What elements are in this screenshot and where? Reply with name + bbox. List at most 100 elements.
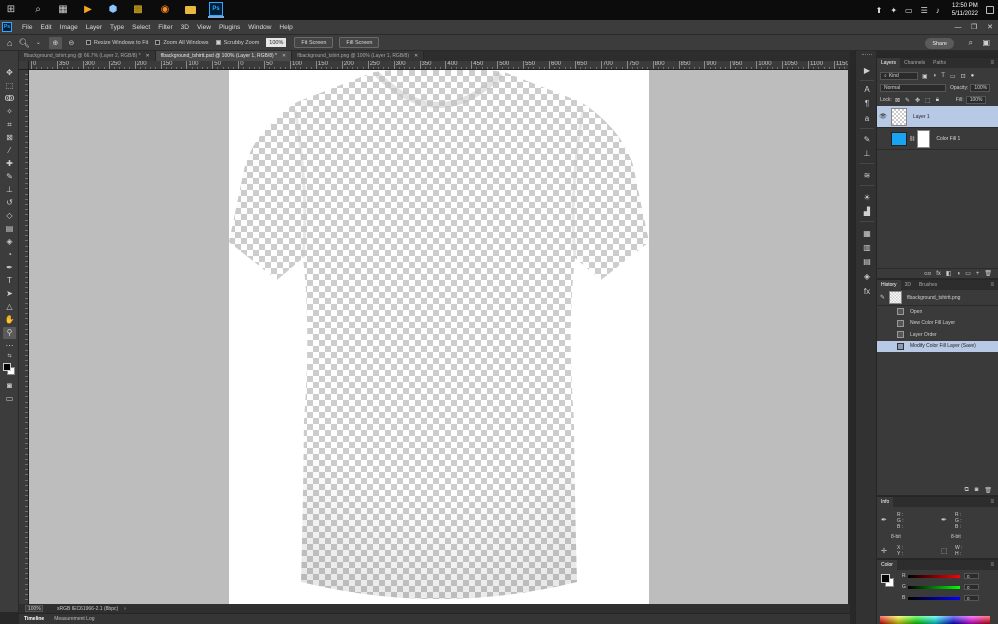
menu-help[interactable]: Help — [275, 24, 296, 31]
restore-button[interactable]: ❐ — [966, 20, 982, 34]
history-brush-source-icon[interactable]: ✎ — [880, 294, 885, 301]
menu-3d[interactable]: 3D — [177, 24, 193, 31]
swap-colors-icon[interactable]: ⇆ — [3, 352, 16, 360]
dodge-tool-icon[interactable]: ◔ — [3, 249, 16, 261]
pen-tool-icon[interactable]: ✒ — [3, 262, 16, 274]
new-group-icon[interactable]: ▭ — [965, 270, 971, 277]
taskbar-media-player-icon[interactable]: ▶ — [80, 2, 96, 18]
taskbar-photoshop-icon[interactable]: Ps — [208, 2, 224, 18]
eye-icon[interactable]: 👁︎ — [877, 113, 889, 120]
eyedropper-icon[interactable]: ✒ — [941, 516, 947, 524]
history-step[interactable]: New Color Fill Layer — [877, 318, 998, 330]
canvas-vertical-scrollbar[interactable] — [848, 61, 850, 604]
status-zoom-field[interactable]: 100% — [25, 605, 43, 612]
tab-channels[interactable]: Channels — [900, 58, 929, 68]
camera-snapshot-icon[interactable]: ◙ — [975, 487, 979, 493]
close-icon[interactable]: ✕ — [146, 53, 150, 59]
magic-wand-tool-icon[interactable]: ✧ — [3, 106, 16, 118]
menu-plugins[interactable]: Plugins — [215, 24, 244, 31]
lock-artboard-icon[interactable]: ⬚ — [925, 97, 931, 104]
taskbar-app-grid-icon[interactable]: ▩ — [130, 2, 146, 18]
type-tool-icon[interactable]: T — [3, 275, 16, 287]
zoom-out-button[interactable]: ⊖ — [65, 37, 78, 49]
blend-mode-select[interactable]: Normal — [880, 84, 946, 92]
tab-brushes[interactable]: Brushes — [915, 280, 941, 290]
tab-color[interactable]: Color — [877, 560, 897, 570]
panel-menu-icon[interactable]: ≡ — [990, 562, 994, 568]
filter-shape-icon[interactable]: ▭ — [950, 73, 956, 80]
document-canvas[interactable] — [29, 70, 848, 604]
doc-tab-2[interactable]: flbackground_tshirtt.psd @ 100% (Layer 1… — [155, 51, 293, 61]
screen-mode-icon[interactable]: ▭ — [3, 393, 16, 405]
lock-image-icon[interactable]: ✎ — [905, 97, 910, 104]
history-step-selected[interactable]: Modify Color Fill Layer (Save) — [877, 340, 998, 352]
zoom-all-windows-checkbox[interactable]: Zoom All Windows — [155, 40, 209, 46]
menu-layer[interactable]: Layer — [82, 24, 106, 31]
add-mask-icon[interactable]: ◧ — [946, 270, 952, 277]
share-button[interactable]: Share — [925, 38, 954, 49]
fx-icon[interactable]: fx — [936, 271, 941, 277]
tray-dropbox-icon[interactable]: ✦ — [890, 6, 897, 15]
layer-name[interactable]: Layer 1 — [913, 114, 930, 120]
filter-kind-select[interactable]: ⌕ Kind — [880, 72, 918, 80]
swatches-icon[interactable]: ▦ — [861, 228, 873, 239]
tshirt-image[interactable] — [229, 70, 649, 604]
layer-row-layer-1[interactable]: 👁︎ Layer 1 — [877, 106, 998, 128]
menu-select[interactable]: Select — [128, 24, 154, 31]
vertical-ruler[interactable] — [19, 70, 29, 604]
history-step[interactable]: Layer Order — [877, 329, 998, 341]
path-selection-tool-icon[interactable]: ➤ — [3, 288, 16, 300]
zoom-in-button[interactable]: ⊕ — [48, 36, 62, 49]
panel-menu-icon[interactable]: ≡ — [990, 499, 994, 505]
close-button[interactable]: ✕ — [982, 20, 998, 34]
doc-tab-1[interactable]: flbackground_tshirt.png @ 66.7% (Layer 2… — [19, 51, 156, 61]
tab-measurement-log[interactable]: Measurement Log — [49, 614, 99, 624]
tab-history[interactable]: History — [877, 280, 901, 290]
green-slider[interactable] — [908, 586, 960, 589]
panel-menu-icon[interactable]: ≡ — [990, 282, 994, 288]
blue-value-field[interactable]: 0 — [964, 595, 979, 601]
taskbar-search-icon[interactable]: ⌕ — [30, 2, 46, 18]
adjustment-layer-icon[interactable]: ◑ — [957, 271, 961, 277]
close-icon[interactable]: ✕ — [282, 53, 286, 59]
filter-type-icon[interactable]: T — [941, 73, 945, 79]
menu-type[interactable]: Type — [106, 24, 128, 31]
gradients-icon[interactable]: ▥ — [861, 242, 873, 253]
healing-brush-tool-icon[interactable]: ✚ — [3, 158, 16, 170]
hand-tool-icon[interactable]: ✋ — [3, 314, 16, 326]
libraries-icon[interactable]: fx — [861, 286, 873, 297]
taskbar-cube-3d-icon[interactable]: ⬢ — [105, 2, 121, 18]
character-panel-icon[interactable]: A — [861, 84, 873, 95]
strip-grip[interactable] — [862, 54, 872, 56]
crop-tool-icon[interactable]: ⌗ — [3, 119, 16, 131]
menu-image[interactable]: Image — [56, 24, 82, 31]
tray-network-icon[interactable]: ☰ — [921, 6, 928, 15]
green-value-field[interactable]: 0 — [964, 584, 979, 590]
quick-mask-icon[interactable]: ◙ — [3, 380, 16, 392]
windows-start-icon[interactable]: ⊞ — [3, 2, 19, 18]
patterns-icon[interactable]: ▤ — [861, 256, 873, 267]
menu-edit[interactable]: Edit — [36, 24, 55, 31]
adjustments-icon[interactable]: ☀ — [861, 192, 873, 203]
lock-position-icon[interactable]: ✥ — [915, 97, 920, 104]
color-spectrum-ramp[interactable] — [880, 616, 990, 624]
paragraph-panel-icon[interactable]: ¶ — [861, 98, 873, 109]
zoom-tool-icon[interactable]: ⚲ — [3, 327, 16, 339]
brush-settings-icon[interactable]: ✎ — [861, 134, 873, 145]
brush-tool-icon[interactable]: ✎ — [3, 171, 16, 183]
tab-info[interactable]: Info — [877, 497, 894, 507]
resize-windows-checkbox[interactable]: Resize Windows to Fit — [85, 40, 148, 46]
menu-window[interactable]: Window — [244, 24, 275, 31]
layer-row-color-fill-1[interactable]: ⛓ Color Fill 1 — [877, 128, 998, 150]
foreground-color-swatch[interactable] — [3, 363, 11, 371]
history-snapshot[interactable]: ✎ flbackground_tshirtt.png — [877, 290, 998, 306]
properties-panel-icon[interactable]: ≋ — [861, 170, 873, 181]
lock-all-icon[interactable]: 🔒︎ — [936, 97, 939, 104]
status-menu-arrow-icon[interactable]: › — [124, 606, 126, 612]
ruler-origin[interactable] — [19, 61, 29, 70]
clone-stamp-tool-icon[interactable]: ⊥ — [3, 184, 16, 196]
play-action-icon[interactable]: ▶ — [861, 65, 873, 76]
styles-icon[interactable]: ◈ — [861, 271, 873, 282]
tray-chevron-up-icon[interactable]: ⬆ — [876, 6, 883, 15]
minimize-button[interactable]: — — [950, 20, 966, 34]
